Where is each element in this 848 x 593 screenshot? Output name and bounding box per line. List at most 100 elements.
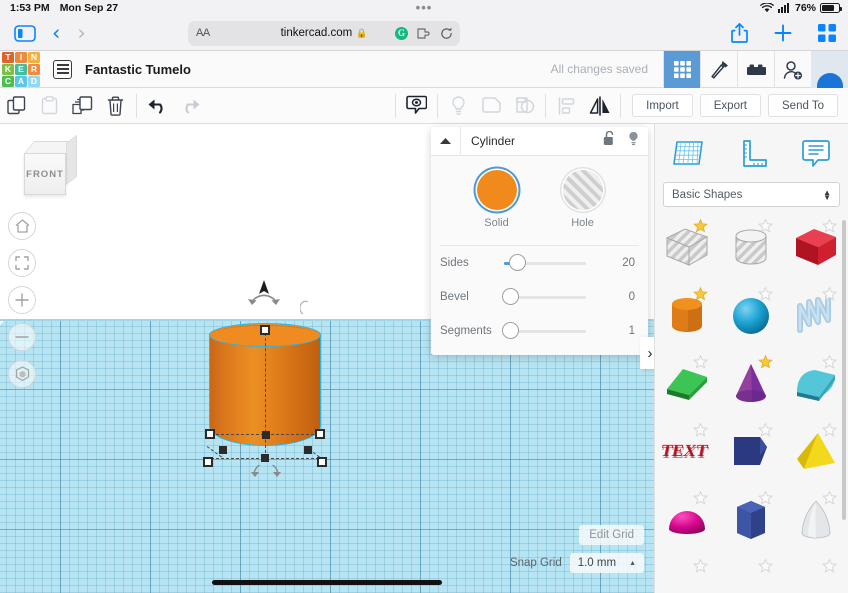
view-cube[interactable]: FRONT [22, 134, 78, 199]
resize-handle-left[interactable] [205, 429, 215, 439]
favorite-star-icon[interactable] [693, 219, 709, 233]
favorite-star-icon[interactable] [757, 491, 773, 505]
favorite-star-icon[interactable] [757, 559, 773, 573]
user-avatar[interactable] [811, 51, 848, 88]
edit-grid-button[interactable]: Edit Grid [579, 525, 644, 545]
browser-back-button[interactable]: ‹ [52, 22, 60, 44]
resize-handle-top[interactable] [260, 325, 270, 335]
snap-grid-select[interactable]: 1.0 mm ▲ [569, 553, 644, 573]
favorite-star-icon[interactable] [693, 287, 709, 301]
hole-swatch[interactable] [562, 170, 603, 210]
favorite-star-icon[interactable] [757, 355, 773, 369]
shape-roof[interactable] [655, 351, 719, 416]
favorite-star-icon[interactable] [822, 355, 837, 369]
ungroup-shapes-icon[interactable] [508, 88, 541, 124]
favorite-star-icon[interactable] [693, 491, 709, 505]
segments-slider-knob[interactable] [502, 322, 520, 339]
center-handle[interactable] [262, 431, 270, 439]
favorite-star-icon[interactable] [822, 491, 837, 505]
base-center-handle[interactable] [261, 454, 269, 462]
resize-handle-bottom-left[interactable] [203, 457, 213, 467]
shape-hex-prism[interactable] [719, 487, 783, 552]
tab-workplane[interactable] [656, 132, 720, 176]
duplicate-button[interactable] [66, 88, 99, 124]
view-cube-front-face[interactable]: FRONT [24, 153, 66, 195]
trash-icon[interactable] [99, 88, 132, 124]
shape-box-hole[interactable] [655, 215, 719, 280]
sidebar-toggle-icon[interactable] [14, 24, 36, 42]
extension-icon[interactable] [417, 27, 431, 39]
project-name[interactable]: Fantastic Tumelo [85, 62, 191, 77]
export-button[interactable]: Export [699, 94, 761, 117]
browser-forward-button[interactable]: › [77, 22, 85, 44]
shape-category-select[interactable]: Basic Shapes ▲ ▼ [663, 182, 840, 207]
segments-slider[interactable] [502, 322, 586, 339]
invite-user-icon[interactable] [774, 51, 811, 88]
reload-icon[interactable] [440, 27, 453, 40]
mirror-icon[interactable] [583, 88, 616, 124]
shape-cone[interactable] [719, 351, 783, 416]
shape-pyramid[interactable] [784, 419, 848, 484]
shape-cylinder-hole[interactable] [719, 215, 783, 280]
favorite-star-icon[interactable] [757, 423, 773, 437]
corner-handle-left[interactable] [219, 446, 227, 454]
grid-designs-icon[interactable] [663, 51, 700, 88]
shape-sphere[interactable] [719, 283, 783, 348]
import-button[interactable]: Import [632, 94, 693, 117]
rotate-base-handle[interactable] [251, 465, 281, 479]
resize-handle-right[interactable] [315, 429, 325, 439]
favorite-star-icon[interactable] [693, 355, 709, 369]
grammarly-icon[interactable]: G [395, 26, 408, 40]
tinkercad-logo[interactable]: T I N K E R C A D [2, 51, 40, 87]
solid-swatch[interactable] [476, 170, 517, 210]
shapes-scrollbar[interactable] [842, 220, 846, 520]
shape-box[interactable] [784, 215, 848, 280]
solid-material-option[interactable]: Solid [476, 170, 517, 229]
favorite-star-icon[interactable] [757, 287, 773, 301]
zoom-out-button[interactable] [8, 323, 36, 351]
sides-slider-knob[interactable] [508, 254, 526, 271]
workplane-icon[interactable] [400, 88, 433, 124]
corner-handle-right[interactable] [304, 446, 312, 454]
project-list-icon[interactable] [53, 59, 72, 79]
shape-row6-b[interactable] [719, 555, 783, 593]
codeblocks-hammer-icon[interactable] [700, 51, 737, 88]
shape-row6-a[interactable] [655, 555, 719, 593]
selected-cylinder-object[interactable] [203, 280, 327, 477]
tabs-grid-icon[interactable] [818, 24, 836, 42]
favorite-star-icon[interactable] [693, 423, 709, 437]
bevel-slider-knob[interactable] [502, 288, 520, 305]
home-view-button[interactable] [8, 212, 36, 240]
plus-icon[interactable] [774, 24, 792, 42]
shape-text[interactable]: TEXT TEXT [655, 419, 719, 484]
favorite-star-icon[interactable] [757, 219, 773, 233]
sides-slider[interactable] [504, 254, 586, 271]
shape-paraboloid[interactable] [784, 487, 848, 552]
rotate-z-handle[interactable] [243, 279, 285, 315]
shape-row6-c[interactable] [784, 555, 848, 593]
lightbulb-icon[interactable] [628, 131, 639, 151]
rotate-y-handle[interactable] [300, 300, 312, 316]
align-icon[interactable] [550, 88, 583, 124]
lightbulb-icon[interactable] [442, 88, 475, 124]
perspective-toggle-button[interactable] [8, 360, 36, 388]
shape-polygon[interactable] [719, 419, 783, 484]
unlock-icon[interactable] [603, 130, 615, 151]
share-icon[interactable] [731, 23, 748, 43]
zoom-in-button[interactable] [8, 286, 36, 314]
tab-ruler[interactable] [720, 132, 784, 176]
undo-arrow-icon[interactable] [141, 88, 174, 124]
redo-arrow-icon[interactable] [174, 88, 207, 124]
send-to-button[interactable]: Send To [768, 94, 838, 117]
paste-button[interactable] [33, 88, 66, 124]
favorite-star-icon[interactable] [693, 559, 709, 573]
shape-cylinder[interactable] [655, 283, 719, 348]
address-bar[interactable]: AA tinkercad.com 🔒 G [188, 20, 460, 46]
fit-to-view-button[interactable] [8, 249, 36, 277]
copy-button[interactable] [0, 88, 33, 124]
shape-round-roof[interactable] [784, 351, 848, 416]
favorite-star-icon[interactable] [822, 423, 837, 437]
workplane[interactable] [0, 319, 654, 593]
favorite-star-icon[interactable] [822, 559, 837, 573]
group-shapes-icon[interactable] [475, 88, 508, 124]
